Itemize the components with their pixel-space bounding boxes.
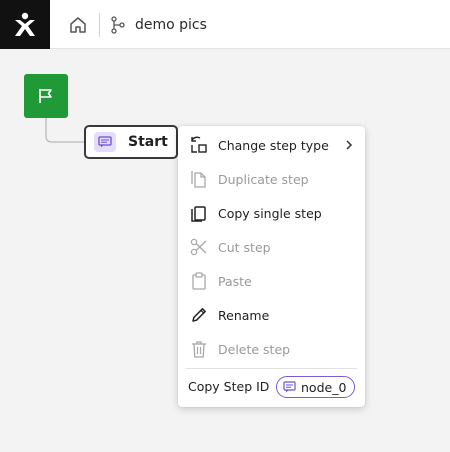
menu-item-label: Delete step bbox=[218, 341, 291, 357]
message-icon bbox=[283, 381, 296, 393]
menu-item-label: Paste bbox=[218, 273, 252, 289]
menu-item-label: Cut step bbox=[218, 239, 271, 255]
menu-item-label: Rename bbox=[218, 307, 270, 323]
header-divider bbox=[99, 13, 100, 37]
step-node-label: Start bbox=[128, 134, 168, 150]
menu-item-label: Change step type bbox=[218, 137, 329, 153]
menu-item-copy-single-step[interactable]: Copy single step bbox=[178, 196, 365, 230]
top-bar: demo pics bbox=[0, 0, 450, 49]
start-step-node[interactable]: Start bbox=[84, 125, 178, 159]
message-icon bbox=[94, 132, 116, 152]
copy-icon bbox=[191, 206, 206, 222]
flow-tree-icon bbox=[111, 16, 125, 34]
step-context-menu: Change step type Duplicate step Copy sin… bbox=[178, 126, 365, 407]
copy-step-id-label: Copy Step ID bbox=[188, 379, 270, 394]
start-flag-node[interactable] bbox=[24, 74, 68, 118]
node-id-chip[interactable]: node_0 bbox=[276, 376, 356, 398]
home-button[interactable] bbox=[68, 15, 88, 35]
menu-item-label: Copy single step bbox=[218, 205, 322, 221]
app-logo[interactable] bbox=[0, 0, 50, 49]
menu-item-cut-step[interactable]: Cut step bbox=[178, 230, 365, 264]
menu-item-duplicate-step[interactable]: Duplicate step bbox=[178, 162, 365, 196]
copy-step-id-row: Copy Step ID node_0 bbox=[178, 375, 365, 399]
home-icon bbox=[70, 17, 86, 33]
flag-icon bbox=[39, 89, 52, 103]
scissors-icon bbox=[190, 238, 207, 256]
trash-icon bbox=[192, 341, 206, 358]
menu-item-paste[interactable]: Paste bbox=[178, 264, 365, 298]
breadcrumb-project[interactable]: demo pics bbox=[110, 14, 207, 36]
node-id-text: node_0 bbox=[301, 379, 347, 395]
project-title: demo pics bbox=[135, 17, 207, 33]
clipboard-icon bbox=[192, 272, 206, 290]
duplicate-icon bbox=[191, 171, 206, 188]
logo-icon bbox=[15, 12, 35, 36]
pencil-icon bbox=[192, 308, 206, 322]
chevron-right-icon bbox=[346, 140, 353, 150]
menu-item-rename[interactable]: Rename bbox=[178, 298, 365, 332]
menu-item-label: Duplicate step bbox=[218, 171, 309, 187]
menu-item-change-step-type[interactable]: Change step type bbox=[178, 128, 365, 162]
change-type-icon bbox=[191, 136, 207, 153]
menu-divider bbox=[186, 368, 357, 369]
menu-item-delete-step[interactable]: Delete step bbox=[178, 332, 365, 366]
